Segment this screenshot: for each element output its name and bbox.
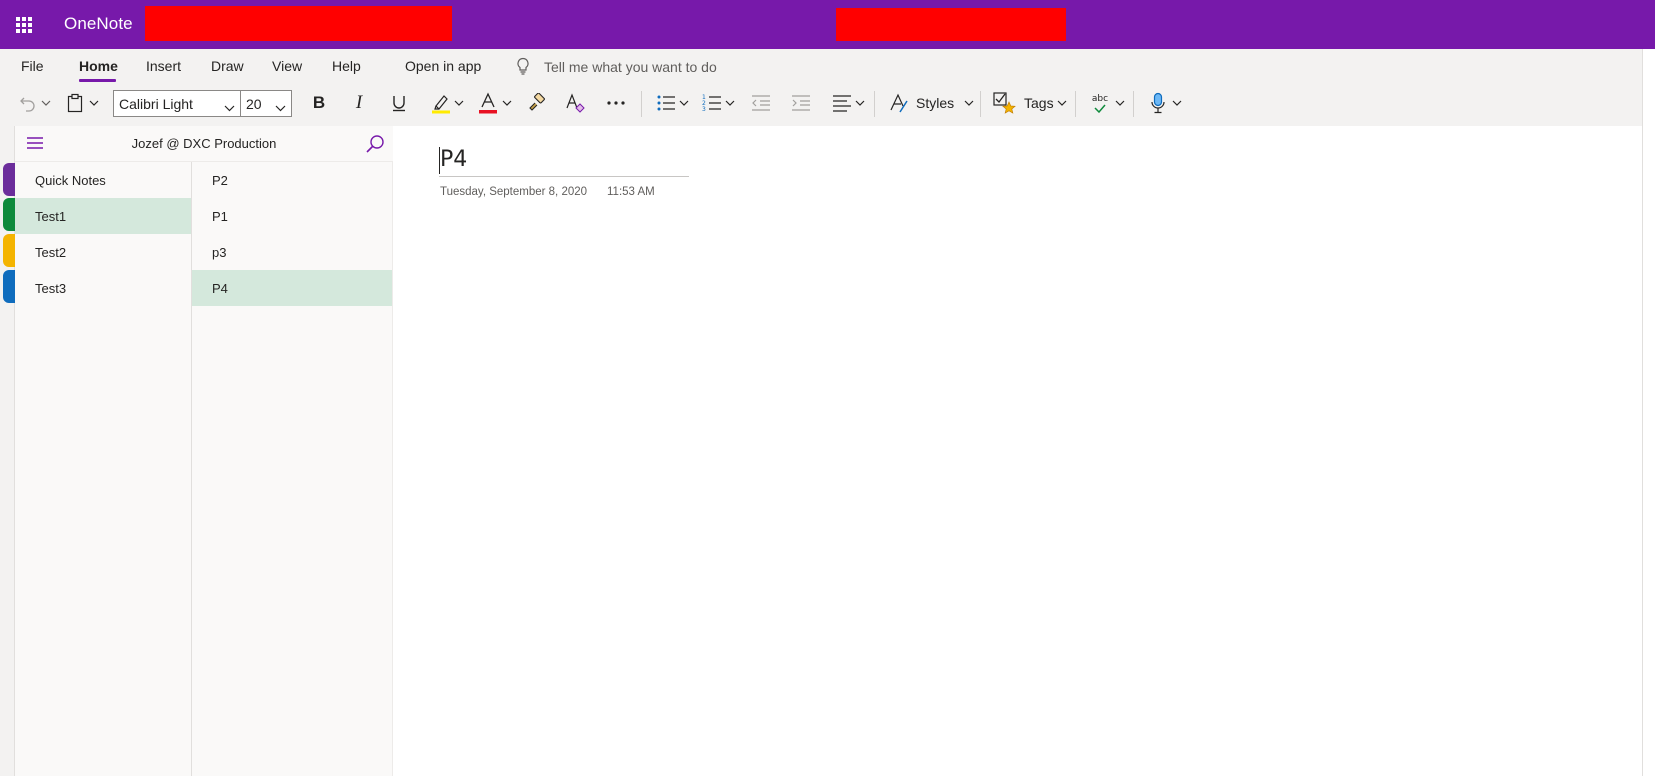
section-label: Test2	[35, 245, 67, 260]
app-header: OneNote	[0, 0, 1655, 49]
align-icon[interactable]	[830, 88, 854, 118]
styles-dropdown-chevron-icon[interactable]	[963, 88, 975, 118]
app-title[interactable]: OneNote	[64, 14, 133, 34]
bullets-icon[interactable]	[654, 88, 678, 118]
tab-help[interactable]: Help	[332, 58, 361, 74]
section-color-tab-quick-notes[interactable]	[3, 163, 15, 196]
paste-dropdown-chevron-icon[interactable]	[88, 88, 100, 118]
numbering-dropdown-chevron-icon[interactable]	[724, 88, 736, 118]
italic-icon[interactable]: I	[346, 88, 372, 118]
undo-dropdown-chevron-icon[interactable]	[40, 88, 52, 118]
section-item-test3[interactable]: Test3	[15, 270, 191, 306]
sections-list: Quick Notes Test1 Test2 Test3	[15, 162, 192, 776]
spelling-text: abc	[1091, 93, 1109, 104]
bullets-dropdown-chevron-icon[interactable]	[678, 88, 690, 118]
font-color-icon[interactable]	[475, 88, 501, 118]
spelling-dropdown-chevron-icon[interactable]	[1114, 88, 1126, 118]
highlight-icon[interactable]	[428, 88, 454, 118]
page-title[interactable]: P4	[439, 145, 689, 177]
styles-icon	[888, 92, 910, 114]
align-dropdown-chevron-icon[interactable]	[854, 88, 866, 118]
pages-list: P2 P1 p3 P4	[192, 162, 393, 776]
toolbar-separator	[641, 91, 642, 117]
more-options-icon[interactable]	[602, 88, 630, 118]
section-label: Quick Notes	[35, 173, 106, 188]
font-size-value: 20	[246, 96, 262, 112]
lightbulb-icon	[515, 57, 531, 75]
section-item-test2[interactable]: Test2	[15, 234, 191, 270]
chevron-down-icon	[275, 99, 286, 117]
section-label: Test3	[35, 281, 67, 296]
page-label: P2	[212, 173, 228, 188]
tags-label: Tags	[1024, 95, 1054, 111]
decrease-indent-icon[interactable]	[748, 88, 774, 118]
page-label: P1	[212, 209, 228, 224]
page-item-p4[interactable]: P4	[192, 270, 392, 306]
tags-icon	[992, 91, 1016, 115]
dictate-microphone-icon[interactable]	[1146, 88, 1170, 118]
font-size-combobox[interactable]: 20	[241, 90, 292, 117]
bold-icon[interactable]: B	[306, 88, 332, 118]
page-item-p3[interactable]: p3	[192, 234, 392, 270]
font-name-value: Calibri Light	[119, 96, 193, 112]
clear-formatting-icon[interactable]	[562, 88, 588, 118]
page-canvas[interactable]: P4 Tuesday, September 8, 2020 11:53 AM	[393, 126, 1642, 776]
underline-icon[interactable]	[386, 88, 412, 118]
section-color-tab-test3[interactable]	[3, 270, 15, 303]
tab-file[interactable]: File	[21, 58, 44, 74]
redacted-notebook-breadcrumb	[145, 6, 452, 41]
tab-home[interactable]: Home	[79, 58, 118, 74]
tab-draw[interactable]: Draw	[211, 58, 244, 74]
font-name-combobox[interactable]: Calibri Light	[113, 90, 241, 117]
tab-view[interactable]: View	[272, 58, 302, 74]
styles-label: Styles	[916, 95, 955, 111]
tab-insert[interactable]: Insert	[146, 58, 181, 74]
svg-text:3: 3	[702, 106, 706, 113]
tell-me-search[interactable]: Tell me what you want to do	[544, 59, 717, 75]
format-painter-icon[interactable]	[523, 88, 549, 118]
increase-indent-icon[interactable]	[788, 88, 814, 118]
page-label: P4	[212, 281, 228, 296]
ribbon-tabs: File Home Insert Draw View Help Open in …	[0, 49, 1642, 85]
paste-icon[interactable]	[63, 88, 87, 118]
font-color-dropdown-chevron-icon[interactable]	[501, 88, 513, 118]
home-toolbar: Calibri Light 20 B I 1 2 3 Styles Tags a…	[0, 85, 1642, 123]
toolbar-separator	[874, 91, 875, 117]
page-time: 11:53 AM	[607, 186, 655, 198]
navigation-header: Jozef @ DXC Production	[15, 126, 393, 162]
toolbar-separator	[1133, 91, 1134, 117]
page-item-p2[interactable]: P2	[192, 162, 392, 198]
dictate-dropdown-chevron-icon[interactable]	[1171, 88, 1183, 118]
toolbar-separator	[1075, 91, 1076, 117]
open-in-app-button[interactable]: Open in app	[405, 58, 481, 74]
tags-dropdown-chevron-icon[interactable]	[1056, 88, 1068, 118]
highlight-dropdown-chevron-icon[interactable]	[453, 88, 465, 118]
undo-icon[interactable]	[16, 88, 40, 118]
spelling-icon[interactable]: abc	[1086, 88, 1114, 118]
chevron-down-icon	[224, 99, 235, 117]
notebook-name[interactable]: Jozef @ DXC Production	[15, 136, 393, 151]
numbering-icon[interactable]: 123	[700, 88, 724, 118]
notebook-color-strip	[0, 126, 15, 776]
styles-button[interactable]: Styles	[888, 88, 972, 118]
search-icon[interactable]	[365, 134, 385, 159]
page-label: p3	[212, 245, 227, 260]
section-color-tab-test1[interactable]	[3, 198, 15, 231]
tags-button[interactable]: Tags	[992, 88, 1064, 118]
waffle-grid-icon[interactable]	[14, 15, 34, 35]
active-tab-indicator	[79, 79, 116, 82]
ribbon: File Home Insert Draw View Help Open in …	[0, 49, 1642, 126]
page-date: Tuesday, September 8, 2020	[440, 186, 588, 198]
section-item-quick-notes[interactable]: Quick Notes	[15, 162, 191, 198]
window-scrollbar[interactable]	[1642, 49, 1655, 776]
section-label: Test1	[35, 209, 67, 224]
section-item-test1[interactable]: Test1	[15, 198, 191, 234]
redacted-account-info	[836, 8, 1066, 41]
text-cursor	[439, 147, 440, 174]
page-item-p1[interactable]: P1	[192, 198, 392, 234]
section-color-tab-test2[interactable]	[3, 234, 15, 267]
toolbar-separator	[980, 91, 981, 117]
